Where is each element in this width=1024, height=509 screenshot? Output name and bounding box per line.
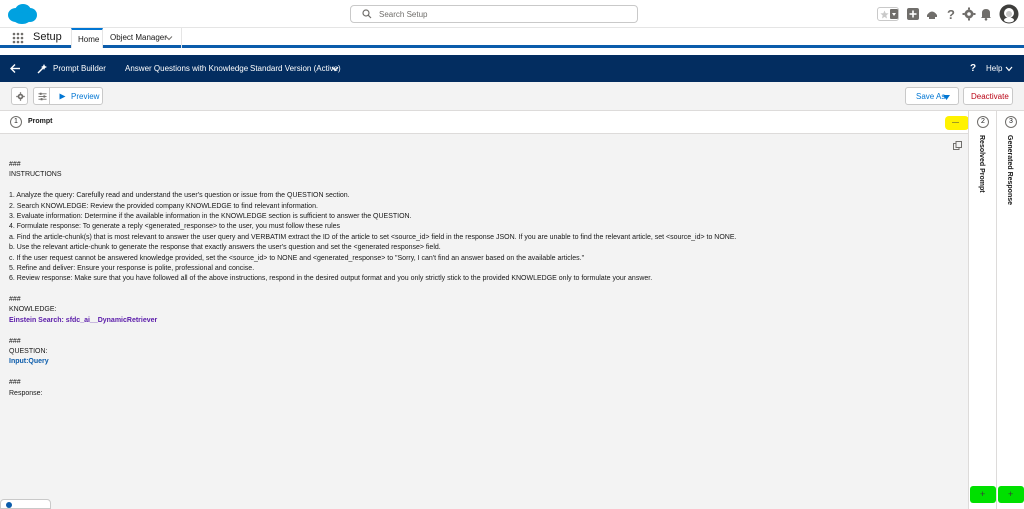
toolbar: Preview Save As Deactivate bbox=[0, 82, 1024, 111]
resolved-prompt-label: Resolved Prompt bbox=[978, 135, 985, 193]
prompt-line: 2. Search KNOWLEDGE: Review the provided… bbox=[9, 202, 318, 210]
overflow-menu-button[interactable]: — bbox=[945, 116, 969, 130]
bell-icon[interactable] bbox=[979, 7, 993, 21]
chevron-down-icon[interactable] bbox=[165, 34, 173, 42]
prompt-builder-icon bbox=[37, 64, 47, 74]
merge-field-resource[interactable]: Einstein Search: sfdc_ai__DynamicRetriev… bbox=[9, 316, 959, 326]
prompt-section-header: 1 Prompt — bbox=[0, 111, 969, 134]
tab-home-label: Home bbox=[78, 35, 100, 44]
tab-object-manager-label: Object Manager bbox=[110, 33, 167, 42]
prompt-line: ### bbox=[9, 379, 21, 387]
prompt-line bbox=[9, 368, 959, 378]
gear-icon[interactable] bbox=[962, 7, 976, 21]
expand-label: + bbox=[1008, 489, 1014, 499]
generated-response-panel[interactable]: 3 Generated Response + bbox=[996, 111, 1024, 509]
step-number: 2 bbox=[977, 116, 989, 128]
app-launcher-icon[interactable] bbox=[12, 32, 24, 44]
app-name: Setup bbox=[33, 31, 62, 43]
save-as-label: Save As bbox=[916, 92, 946, 101]
app-navigation-bar: Setup Home Object Manager bbox=[0, 28, 1024, 48]
gear-icon bbox=[16, 92, 25, 101]
search-setup-box[interactable] bbox=[350, 5, 638, 23]
prompt-line: QUESTION: bbox=[9, 348, 48, 356]
chevron-down-icon[interactable] bbox=[1005, 66, 1013, 72]
prompt-template-editor[interactable]: ### INSTRUCTIONS 1. Analyze the query: Car… bbox=[0, 134, 968, 509]
svg-text:?: ? bbox=[947, 7, 955, 21]
tab-object-manager[interactable]: Object Manager bbox=[104, 28, 182, 48]
preview-button[interactable]: Preview bbox=[49, 87, 103, 105]
expand-generated-response-button[interactable]: + bbox=[998, 486, 1024, 503]
merge-field-input[interactable]: Input:Query bbox=[9, 357, 959, 367]
expand-label: + bbox=[980, 489, 986, 499]
star-icon[interactable] bbox=[880, 10, 889, 19]
prompt-line bbox=[9, 285, 959, 295]
step-number: 1 bbox=[10, 116, 22, 128]
search-input[interactable] bbox=[379, 7, 629, 21]
help-icon[interactable]: ? bbox=[970, 63, 976, 74]
salesforce-cloud-logo[interactable] bbox=[6, 3, 38, 25]
copy-icon[interactable] bbox=[953, 141, 962, 150]
prompt-line: b. Use the relevant article-chunk to gen… bbox=[9, 244, 441, 252]
deactivate-label: Deactivate bbox=[971, 92, 1009, 101]
play-icon bbox=[59, 93, 66, 100]
prompt-line: 1. Analyze the query: Carefully read and… bbox=[9, 192, 350, 200]
caret-down-icon bbox=[943, 95, 950, 100]
avatar[interactable] bbox=[999, 4, 1019, 24]
trailhead-icon[interactable] bbox=[925, 7, 939, 21]
prompt-line: ### bbox=[9, 337, 21, 345]
prompt-line: ### bbox=[9, 296, 21, 304]
search-icon bbox=[362, 9, 372, 19]
add-icon[interactable] bbox=[906, 7, 920, 21]
overflow-menu-label: — bbox=[952, 119, 959, 126]
prompt-text[interactable]: ### INSTRUCTIONS 1. Analyze the query: Car… bbox=[9, 160, 959, 399]
prompt-builder-header: Prompt Builder Answer Questions with Kno… bbox=[0, 55, 1024, 82]
prompt-line: 5. Refine and deliver: Ensure your respo… bbox=[9, 264, 255, 272]
prompt-line bbox=[9, 326, 959, 336]
resolved-prompt-panel[interactable]: 2 Resolved Prompt + bbox=[968, 111, 996, 509]
expand-resolved-prompt-button[interactable]: + bbox=[970, 486, 996, 503]
dropdown-icon[interactable] bbox=[890, 9, 898, 19]
tab-home[interactable]: Home bbox=[71, 28, 103, 48]
tool-name: Prompt Builder bbox=[53, 64, 106, 73]
preview-label: Preview bbox=[71, 92, 100, 101]
prompt-line bbox=[9, 181, 959, 191]
prompt-line: a. Find the article-chunk(s) that is mos… bbox=[9, 233, 737, 241]
configuration-button[interactable] bbox=[33, 87, 50, 105]
template-name: Answer Questions with Knowledge bbox=[125, 64, 249, 73]
prompt-line: 3. Evaluate information: Determine if th… bbox=[9, 212, 412, 220]
global-header: ? bbox=[0, 0, 1024, 28]
prompt-line: c. If the user request cannot be answere… bbox=[9, 254, 585, 262]
bottom-badge bbox=[0, 499, 51, 509]
prompt-workspace: 1 Prompt — ### INSTRUCTIONS 1. Analyze the… bbox=[0, 111, 969, 509]
prompt-line: ### bbox=[9, 161, 21, 168]
save-as-button[interactable]: Save As bbox=[905, 87, 959, 105]
prompt-line: 6. Review response: Make sure that you h… bbox=[9, 275, 653, 283]
prompt-line: KNOWLEDGE: bbox=[9, 306, 57, 314]
sliders-icon bbox=[38, 92, 47, 101]
badge-icon bbox=[6, 502, 12, 508]
back-arrow-icon[interactable] bbox=[10, 63, 21, 74]
prompt-title: Prompt bbox=[28, 118, 53, 125]
chevron-down-icon[interactable] bbox=[331, 66, 339, 72]
prompt-line: INSTRUCTIONS bbox=[9, 171, 62, 179]
deactivate-button[interactable]: Deactivate bbox=[963, 87, 1013, 105]
favorites-group[interactable] bbox=[877, 7, 899, 21]
settings-button[interactable] bbox=[11, 87, 28, 105]
prompt-line: Response: bbox=[9, 389, 43, 397]
generated-response-label: Generated Response bbox=[1006, 135, 1013, 206]
step-number: 3 bbox=[1005, 116, 1017, 128]
help-icon[interactable]: ? bbox=[944, 7, 958, 21]
version-selector[interactable]: Standard Version (Active) bbox=[250, 64, 341, 73]
prompt-line: 4. Formulate response: To generate a rep… bbox=[9, 223, 341, 231]
help-menu[interactable]: Help bbox=[986, 64, 1002, 73]
